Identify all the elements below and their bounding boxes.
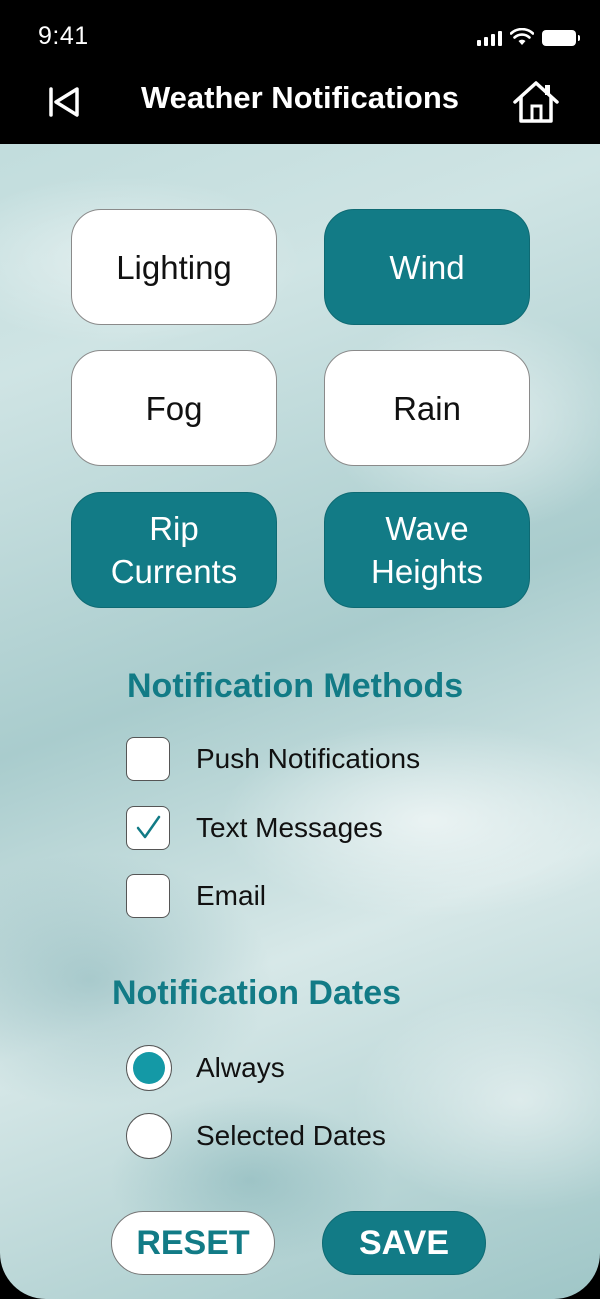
battery-icon — [542, 30, 580, 46]
alert-type-lighting[interactable]: Lighting — [71, 209, 277, 325]
method-email[interactable]: Email — [126, 872, 266, 920]
notification-methods-heading: Notification Methods — [127, 667, 464, 705]
email-checkbox[interactable] — [126, 874, 170, 918]
alert-type-label: Wave Heights — [371, 510, 483, 590]
selected-dates-radio[interactable] — [126, 1113, 172, 1159]
date-option-label: Selected Dates — [196, 1120, 386, 1151]
push-notifications-checkbox[interactable] — [126, 737, 170, 781]
status-icons — [477, 26, 580, 46]
method-push-notifications[interactable]: Push Notifications — [126, 735, 420, 783]
alert-type-wave-heights[interactable]: Wave Heights — [324, 492, 530, 608]
checkmark-icon — [136, 815, 161, 839]
alert-type-label: Lighting — [116, 248, 232, 286]
alert-type-label: Fog — [145, 389, 203, 427]
nav-bar: Weather Notifications — [0, 70, 600, 144]
date-option-always[interactable]: Always — [126, 1044, 285, 1092]
home-icon[interactable] — [512, 78, 560, 124]
phone-screen: 9:41 Weather Notifications Lighting Wind… — [0, 0, 600, 1299]
radio-selected-dot — [133, 1052, 165, 1084]
alert-type-rip-currents[interactable]: Rip Currents — [71, 492, 277, 608]
page-title: Weather Notifications — [140, 80, 460, 115]
wifi-icon — [510, 28, 534, 45]
date-option-selected-dates[interactable]: Selected Dates — [126, 1112, 386, 1160]
method-label: Email — [196, 880, 267, 911]
alert-type-wind[interactable]: Wind — [324, 209, 530, 325]
alert-type-fog[interactable]: Fog — [71, 350, 277, 466]
method-text-messages[interactable]: Text Messages — [126, 804, 383, 852]
always-radio[interactable] — [126, 1045, 172, 1091]
date-option-label: Always — [196, 1052, 285, 1083]
status-time: 9:41 — [38, 22, 89, 50]
cellular-signal-icon — [477, 30, 502, 46]
text-messages-checkbox[interactable] — [126, 806, 170, 850]
alert-type-label: Rain — [393, 389, 461, 427]
save-button[interactable]: SAVE — [322, 1211, 486, 1275]
status-bar: 9:41 — [0, 0, 600, 70]
notification-dates-heading: Notification Dates — [112, 974, 402, 1012]
reset-button[interactable]: RESET — [111, 1211, 275, 1275]
alert-type-label: Rip Currents — [110, 510, 238, 590]
method-label: Text Messages — [196, 812, 383, 843]
alert-type-label: Wind — [389, 248, 465, 286]
alert-type-rain[interactable]: Rain — [324, 350, 530, 466]
method-label: Push Notifications — [196, 743, 421, 774]
